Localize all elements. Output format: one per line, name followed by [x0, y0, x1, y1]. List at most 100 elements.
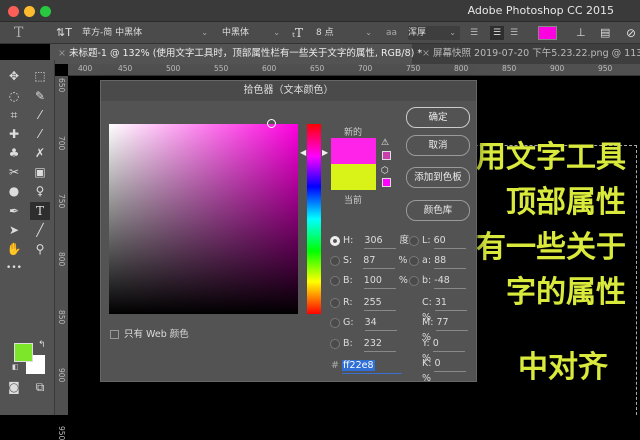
zoom-tool-icon[interactable]: ⚲ [30, 240, 50, 258]
hex-input[interactable]: ff22e8 [342, 360, 375, 371]
magenta-input[interactable]: 77 [436, 316, 469, 331]
hue-slider[interactable] [307, 124, 321, 314]
quick-select-tool-icon[interactable]: ✎ [30, 87, 50, 105]
cancel-icon[interactable]: ⊘ [626, 26, 636, 40]
tab-close-icon[interactable]: × [58, 48, 66, 59]
font-style-select[interactable]: 中黑体 ⌄ [222, 26, 284, 40]
tab-screenshot[interactable]: × 屏幕快照 2019-07-20 下午5.23.22.png @ 113% (… [414, 44, 640, 64]
red-field-row[interactable]: R: 255 [330, 296, 396, 311]
font-size-select[interactable]: 8 点 ⌄ [316, 26, 376, 40]
brightness-field-row[interactable]: B: 100 % [330, 274, 408, 289]
lab-l-field-row[interactable]: L: 60 [409, 234, 466, 249]
hue-input[interactable]: 306 [364, 234, 397, 249]
healing-brush-tool-icon[interactable]: ✚ [4, 125, 24, 143]
type-tool-icon[interactable]: T [30, 202, 50, 220]
quick-mask-icon[interactable]: ◙ [4, 378, 24, 396]
color-libraries-button[interactable]: 颜色库 [406, 200, 470, 221]
black-input[interactable]: 0 [434, 357, 467, 372]
black-field-row[interactable]: K: 0 % [422, 357, 476, 384]
out-of-gamut-warning-icon[interactable]: ⚠ [381, 138, 389, 148]
color-field-cursor[interactable] [267, 119, 276, 128]
close-window-button[interactable] [8, 6, 19, 17]
text-orientation-icon[interactable]: ⇅T [56, 26, 72, 40]
zoom-window-button[interactable] [40, 6, 51, 17]
foreground-color-swatch[interactable] [14, 343, 33, 362]
green-input[interactable]: 34 [364, 316, 397, 331]
web-colors-only-checkbox[interactable]: 只有 Web 颜色 [110, 326, 189, 340]
brightness-input[interactable]: 100 [363, 274, 396, 289]
hue-radio[interactable] [330, 235, 340, 246]
lab-a-input[interactable]: 88 [434, 254, 467, 269]
hue-slider-right-arrow-icon[interactable]: ▶ [322, 148, 328, 157]
pen-tool-icon[interactable]: ✒ [4, 202, 24, 220]
align-right-icon[interactable]: ☰ [510, 26, 524, 40]
brightness-radio[interactable] [330, 275, 340, 286]
web-safe-color-swatch[interactable] [382, 178, 391, 187]
ok-button[interactable]: 确定 [406, 107, 470, 128]
canvas-text[interactable]: 用文字工具 顶部属性 有一些关于 字的属性 中对齐 [476, 135, 626, 390]
dodge-tool-icon[interactable]: ♀ [30, 182, 50, 200]
saturation-radio[interactable] [330, 255, 340, 266]
saturation-field-row[interactable]: S: 87 % [330, 254, 407, 269]
tab-untitled-1[interactable]: × 未标题-1 @ 132% (使用文字工具时，顶部属性栏有一些关于文字的属性,… [50, 44, 422, 64]
lab-b-input[interactable]: -48 [434, 274, 467, 289]
character-panel-icon[interactable]: ▤ [600, 26, 610, 40]
move-tool-icon[interactable]: ✥ [4, 67, 24, 85]
gamut-color-swatch[interactable] [382, 151, 391, 160]
lab-a-field-row[interactable]: a: 88 [409, 254, 467, 269]
text-color-swatch[interactable] [538, 26, 557, 40]
screen-mode-icon[interactable]: ⧉ [30, 378, 50, 396]
crop-tool-icon[interactable]: ⌗ [4, 106, 24, 124]
yellow-field-row[interactable]: Y: 0 % [422, 337, 476, 364]
marquee-tool-icon[interactable]: ⬚ [30, 67, 50, 85]
eraser-tool-icon[interactable]: ✂ [4, 163, 24, 181]
eyedropper-tool-icon[interactable]: ⁄ [30, 106, 50, 124]
lasso-tool-icon[interactable]: ◌ [4, 87, 24, 105]
yellow-input[interactable]: 0 [432, 337, 465, 352]
add-to-swatches-button[interactable]: 添加到色板 [406, 167, 470, 188]
hue-slider-left-arrow-icon[interactable]: ◀ [300, 148, 306, 157]
checkbox-box[interactable] [110, 330, 119, 339]
hand-tool-icon[interactable]: ✋ [4, 240, 24, 258]
cancel-button[interactable]: 取消 [406, 135, 470, 156]
antialias-select[interactable]: 浑厚 ⌄ [408, 26, 460, 40]
blue-input[interactable]: 232 [363, 337, 396, 352]
current-color-swatch[interactable] [331, 164, 376, 190]
color-field[interactable] [109, 124, 298, 314]
align-left-icon[interactable]: ☰ [470, 26, 484, 40]
saturation-input[interactable]: 87 [363, 254, 396, 269]
lab-b-radio[interactable] [409, 275, 419, 286]
align-center-icon[interactable]: ☰ [490, 26, 504, 40]
gradient-tool-icon[interactable]: ▣ [30, 163, 50, 181]
web-safe-warning-icon[interactable]: ⬡ [381, 166, 389, 176]
warp-text-icon[interactable]: ⊥ [576, 26, 586, 40]
stamp-tool-icon[interactable]: ♣ [4, 144, 24, 162]
hue-field-row[interactable]: H: 306 度 [330, 234, 409, 249]
red-input[interactable]: 255 [363, 296, 396, 311]
green-field-row[interactable]: G: 34 [330, 316, 397, 331]
blue-field-row[interactable]: B: 232 [330, 337, 396, 352]
minimize-window-button[interactable] [24, 6, 35, 17]
lab-l-radio[interactable] [409, 235, 419, 246]
red-radio[interactable] [330, 297, 340, 308]
lab-a-radio[interactable] [409, 255, 419, 266]
green-radio[interactable] [330, 317, 340, 328]
line-tool-icon[interactable]: ╱ [30, 221, 50, 239]
font-family-select[interactable]: 苹方-简 中黑体 ⌄ [82, 26, 212, 40]
blue-radio[interactable] [330, 338, 340, 349]
swap-colors-icon[interactable]: ↰ [38, 340, 46, 350]
history-brush-tool-icon[interactable]: ✗ [30, 144, 50, 162]
path-select-tool-icon[interactable]: ➤ [4, 221, 24, 239]
cyan-field-row[interactable]: C: 31 % [422, 296, 476, 323]
blur-tool-icon[interactable]: ● [4, 182, 24, 200]
tab-close-icon[interactable]: × [422, 48, 430, 59]
more-tools-icon[interactable]: ••• [4, 259, 24, 277]
brush-tool-icon[interactable]: ⁄ [30, 125, 50, 143]
cyan-input[interactable]: 31 [434, 296, 467, 311]
default-colors-icon[interactable]: ◧ [12, 363, 19, 371]
lab-b-field-row[interactable]: b: -48 [409, 274, 467, 289]
lab-l-input[interactable]: 60 [433, 234, 466, 249]
magenta-field-row[interactable]: M: 77 % [422, 316, 476, 343]
type-tool-preset-icon[interactable]: T [14, 26, 23, 40]
hex-field-row[interactable]: # ff22e8 [331, 359, 402, 374]
